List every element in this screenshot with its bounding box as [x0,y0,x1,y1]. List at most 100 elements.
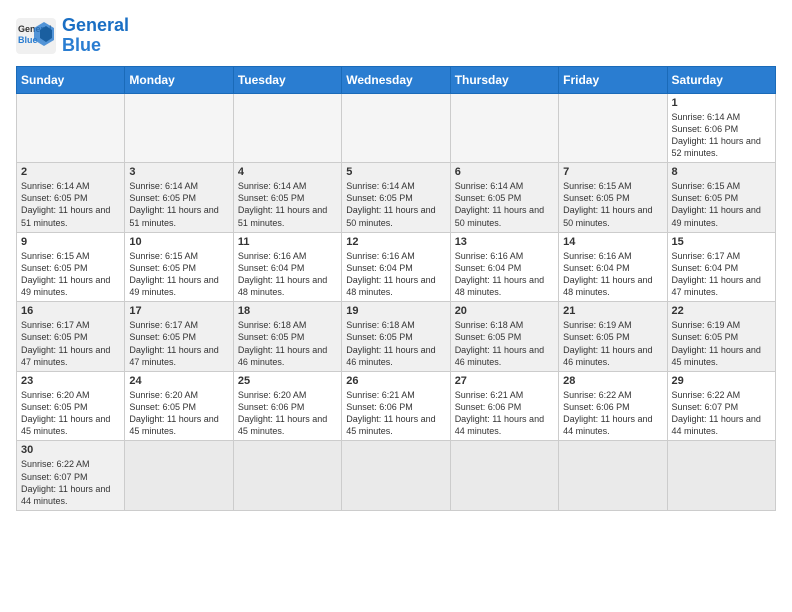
day-number: 22 [672,305,771,317]
day-info: Sunrise: 6:20 AMSunset: 6:06 PMDaylight:… [238,389,337,438]
day-number: 16 [21,305,120,317]
calendar-cell: 8 Sunrise: 6:15 AMSunset: 6:05 PMDaylight… [667,163,775,233]
day-number: 21 [563,305,662,317]
calendar-cell: 19 Sunrise: 6:18 AMSunset: 6:05 PMDayligh… [342,302,450,372]
day-number: 19 [346,305,445,317]
day-info: Sunrise: 6:20 AMSunset: 6:05 PMDaylight:… [129,389,228,438]
calendar-cell: 5Sunrise: 6:14 AMSunset: 6:05 PMDaylight… [342,163,450,233]
day-number: 26 [346,375,445,387]
calendar-cell: 15Sunrise: 6:17 AMSunset: 6:04 PMDayligh… [667,232,775,302]
day-info: Sunrise: 6:20 AMSunset: 6:05 PMDaylight:… [21,389,120,438]
day-info: Sunrise: 6:18 AMSunset: 6:05 PMDaylight:… [455,319,554,368]
day-number: 14 [563,236,662,248]
day-info: Sunrise: 6:19 AMSunset: 6:05 PMDaylight:… [672,319,771,368]
calendar-cell: 26 Sunrise: 6:21 AMSunset: 6:06 PMDayligh… [342,371,450,441]
day-number: 25 [238,375,337,387]
calendar-cell: 27 Sunrise: 6:21 AMSunset: 6:06 PMDayligh… [450,371,558,441]
day-number: 7 [563,166,662,178]
day-info: Sunrise: 6:15 AMSunset: 6:05 PMDaylight:… [563,180,662,229]
weekday-header-saturday: Saturday [667,66,775,93]
day-number: 3 [129,166,228,178]
calendar-cell: 30 Sunrise: 6:22 AMSunset: 6:07 PMDayligh… [17,441,125,511]
day-info: Sunrise: 6:18 AMSunset: 6:05 PMDaylight:… [346,319,445,368]
calendar-cell: 7 Sunrise: 6:15 AMSunset: 6:05 PMDaylight… [559,163,667,233]
day-info: Sunrise: 6:15 AMSunset: 6:05 PMDaylight:… [129,250,228,299]
day-number: 28 [563,375,662,387]
calendar-cell [342,93,450,163]
day-info: Sunrise: 6:15 AMSunset: 6:05 PMDaylight:… [21,250,120,299]
calendar-cell: 28 Sunrise: 6:22 AMSunset: 6:06 PMDayligh… [559,371,667,441]
day-number: 11 [238,236,337,248]
calendar-cell: 29 Sunrise: 6:22 AMSunset: 6:07 PMDayligh… [667,371,775,441]
calendar-cell [342,441,450,511]
calendar-cell: 10Sunrise: 6:15 AMSunset: 6:05 PMDayligh… [125,232,233,302]
day-info: Sunrise: 6:16 AMSunset: 6:04 PMDaylight:… [455,250,554,299]
calendar-cell: 9 Sunrise: 6:15 AMSunset: 6:05 PMDaylight… [17,232,125,302]
day-info: Sunrise: 6:21 AMSunset: 6:06 PMDaylight:… [346,389,445,438]
day-number: 15 [672,236,771,248]
day-info: Sunrise: 6:14 AMSunset: 6:05 PMDaylight:… [455,180,554,229]
day-info: Sunrise: 6:22 AMSunset: 6:06 PMDaylight:… [563,389,662,438]
day-number: 27 [455,375,554,387]
calendar-cell: 14 Sunrise: 6:16 AMSunset: 6:04 PMDayligh… [559,232,667,302]
calendar-cell: 23 Sunrise: 6:20 AMSunset: 6:05 PMDayligh… [17,371,125,441]
calendar-cell [559,441,667,511]
calendar-cell: 11Sunrise: 6:16 AMSunset: 6:04 PMDayligh… [233,232,341,302]
weekday-header-sunday: Sunday [17,66,125,93]
day-number: 6 [455,166,554,178]
day-info: Sunrise: 6:21 AMSunset: 6:06 PMDaylight:… [455,389,554,438]
day-info: Sunrise: 6:14 AMSunset: 6:05 PMDaylight:… [346,180,445,229]
day-info: Sunrise: 6:14 AMSunset: 6:06 PMDaylight:… [672,111,771,160]
calendar-cell: 17 Sunrise: 6:17 AMSunset: 6:05 PMDayligh… [125,302,233,372]
day-number: 24 [129,375,228,387]
calendar-cell: 24 Sunrise: 6:20 AMSunset: 6:05 PMDayligh… [125,371,233,441]
day-number: 4 [238,166,337,178]
calendar-cell: 21Sunrise: 6:19 AMSunset: 6:05 PMDayligh… [559,302,667,372]
calendar-cell: 18 Sunrise: 6:18 AMSunset: 6:05 PMDayligh… [233,302,341,372]
weekday-header-wednesday: Wednesday [342,66,450,93]
day-number: 20 [455,305,554,317]
day-info: Sunrise: 6:15 AMSunset: 6:05 PMDaylight:… [672,180,771,229]
day-number: 8 [672,166,771,178]
day-info: Sunrise: 6:17 AMSunset: 6:05 PMDaylight:… [129,319,228,368]
day-number: 18 [238,305,337,317]
weekday-header-friday: Friday [559,66,667,93]
calendar-cell: 20 Sunrise: 6:18 AMSunset: 6:05 PMDayligh… [450,302,558,372]
day-info: Sunrise: 6:14 AMSunset: 6:05 PMDaylight:… [129,180,228,229]
calendar-cell: 13 Sunrise: 6:16 AMSunset: 6:04 PMDayligh… [450,232,558,302]
day-number: 13 [455,236,554,248]
day-number: 12 [346,236,445,248]
day-info: Sunrise: 6:22 AMSunset: 6:07 PMDaylight:… [672,389,771,438]
calendar: SundayMondayTuesdayWednesdayThursdayFrid… [16,66,776,511]
day-info: Sunrise: 6:16 AMSunset: 6:04 PMDaylight:… [563,250,662,299]
day-info: Sunrise: 6:16 AMSunset: 6:04 PMDaylight:… [346,250,445,299]
day-number: 17 [129,305,228,317]
calendar-cell: 1Sunrise: 6:14 AMSunset: 6:06 PMDaylight… [667,93,775,163]
calendar-cell: 22 Sunrise: 6:19 AMSunset: 6:05 PMDayligh… [667,302,775,372]
calendar-cell [233,93,341,163]
day-number: 2 [21,166,120,178]
calendar-cell: 25 Sunrise: 6:20 AMSunset: 6:06 PMDayligh… [233,371,341,441]
calendar-cell: 2 Sunrise: 6:14 AMSunset: 6:05 PMDaylight… [17,163,125,233]
calendar-cell: 4Sunrise: 6:14 AMSunset: 6:05 PMDaylight… [233,163,341,233]
calendar-cell [559,93,667,163]
day-number: 9 [21,236,120,248]
day-number: 23 [21,375,120,387]
calendar-cell: 16Sunrise: 6:17 AMSunset: 6:05 PMDayligh… [17,302,125,372]
day-info: Sunrise: 6:22 AMSunset: 6:07 PMDaylight:… [21,458,120,507]
calendar-cell: 6 Sunrise: 6:14 AMSunset: 6:05 PMDaylight… [450,163,558,233]
logo-text: General Blue [62,16,129,56]
calendar-cell [17,93,125,163]
page-header: General Blue General Blue [16,16,776,56]
calendar-cell [667,441,775,511]
calendar-cell [233,441,341,511]
day-number: 29 [672,375,771,387]
calendar-cell: 12 Sunrise: 6:16 AMSunset: 6:04 PMDayligh… [342,232,450,302]
day-number: 30 [21,444,120,456]
weekday-header-tuesday: Tuesday [233,66,341,93]
day-info: Sunrise: 6:18 AMSunset: 6:05 PMDaylight:… [238,319,337,368]
logo-icon: General Blue [16,18,56,54]
logo: General Blue General Blue [16,16,129,56]
day-info: Sunrise: 6:14 AMSunset: 6:05 PMDaylight:… [21,180,120,229]
weekday-header-thursday: Thursday [450,66,558,93]
